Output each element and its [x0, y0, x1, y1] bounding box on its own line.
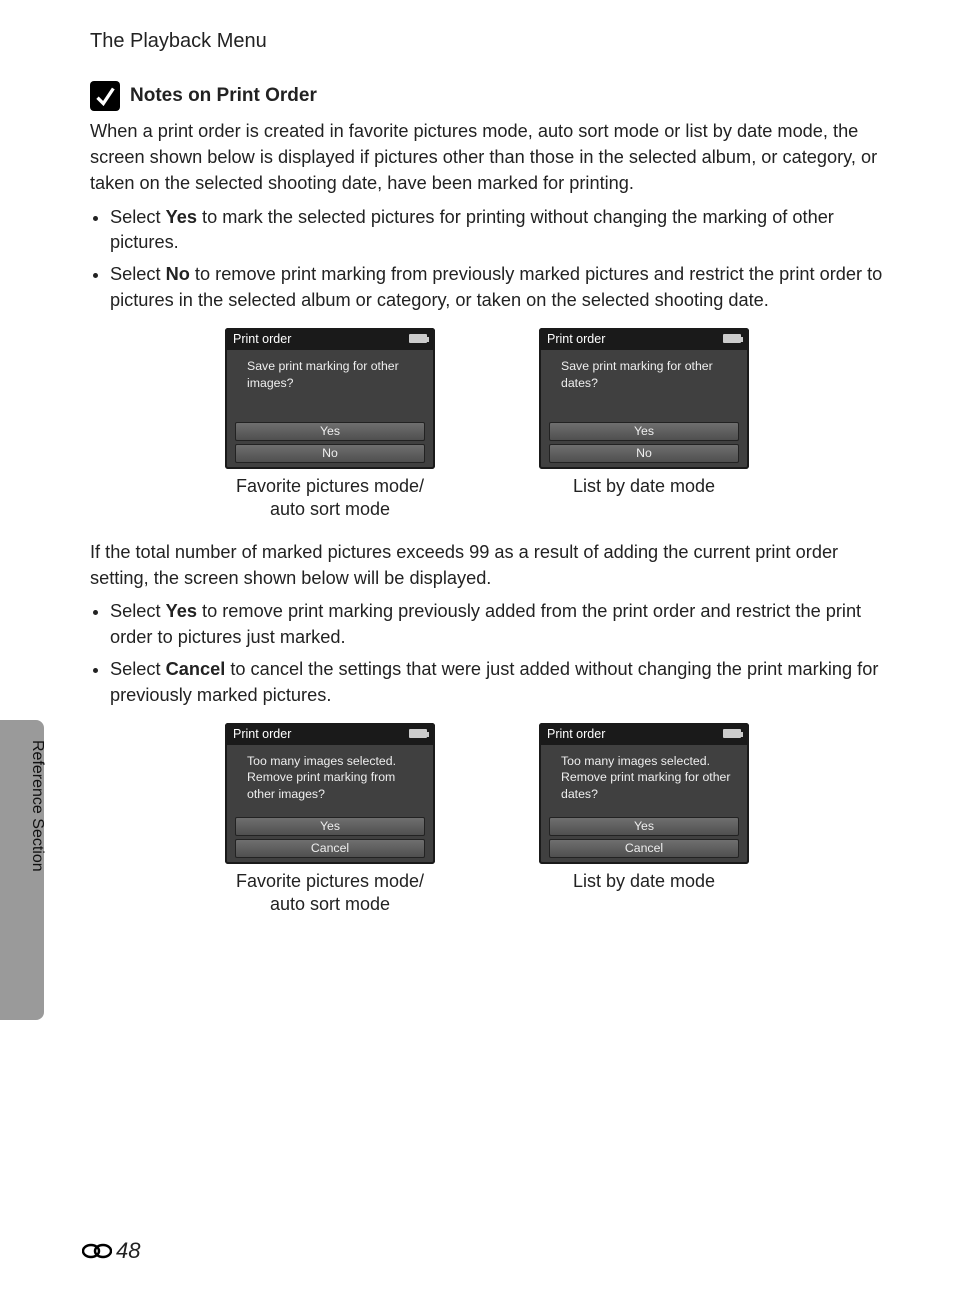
li-bold: No [166, 264, 190, 284]
cancel-button[interactable]: Cancel [549, 839, 739, 858]
dialog-titlebar: Print order [225, 328, 435, 350]
caption-line: List by date mode [573, 476, 715, 496]
side-section-label: Reference Section [28, 740, 46, 872]
dialog-group: Print order Save print marking for other… [529, 328, 759, 522]
yes-button[interactable]: Yes [235, 422, 425, 441]
dialog-titlebar: Print order [225, 723, 435, 745]
dialog-buttons: Yes Cancel [225, 817, 435, 858]
dialog-group: Print order Too many images selected. Re… [215, 723, 445, 917]
bullet-list-2: Select Yes to remove print marking previ… [90, 599, 884, 708]
reference-link-icon [82, 1242, 112, 1260]
print-order-dialog: Print order Too many images selected. Re… [225, 723, 435, 864]
print-order-dialog: Print order Too many images selected. Re… [539, 723, 749, 864]
dialog-message: Save print marking for other dates? [539, 350, 749, 422]
caption-line: auto sort mode [270, 894, 390, 914]
list-item: Select Yes to mark the selected pictures… [110, 205, 884, 257]
no-button[interactable]: No [235, 444, 425, 463]
paragraph-1: When a print order is created in favorit… [90, 119, 884, 197]
dialog-caption: List by date mode [573, 870, 715, 893]
note-title: Notes on Print Order [130, 85, 317, 107]
dialog-row-1: Print order Save print marking for other… [90, 328, 884, 522]
dialog-titlebar: Print order [539, 723, 749, 745]
caption-line: Favorite pictures mode/ [236, 476, 424, 496]
li-lead: Select [110, 264, 166, 284]
dialog-buttons: Yes No [539, 422, 749, 463]
li-bold: Cancel [166, 659, 226, 679]
li-tail: to cancel the settings that were just ad… [110, 659, 878, 705]
print-order-dialog: Print order Save print marking for other… [539, 328, 749, 469]
battery-icon [723, 729, 741, 738]
list-item: Select Cancel to cancel the settings tha… [110, 657, 884, 709]
section-header: The Playback Menu [90, 30, 884, 53]
dialog-row-2: Print order Too many images selected. Re… [90, 723, 884, 917]
li-bold: Yes [166, 207, 197, 227]
list-item: Select No to remove print marking from p… [110, 262, 884, 314]
dialog-buttons: Yes No [225, 422, 435, 463]
li-lead: Select [110, 659, 166, 679]
dialog-caption: Favorite pictures mode/ auto sort mode [236, 870, 424, 917]
dialog-title: Print order [233, 727, 291, 741]
page-content: The Playback Menu Notes on Print Order W… [0, 0, 954, 965]
dialog-message: Too many images selected. Remove print m… [539, 745, 749, 817]
bullet-list-1: Select Yes to mark the selected pictures… [90, 205, 884, 314]
list-item: Select Yes to remove print marking previ… [110, 599, 884, 651]
yes-button[interactable]: Yes [549, 817, 739, 836]
no-button[interactable]: No [549, 444, 739, 463]
caption-line: Favorite pictures mode/ [236, 871, 424, 891]
li-tail: to mark the selected pictures for printi… [110, 207, 834, 253]
caution-icon [90, 81, 120, 111]
battery-icon [409, 334, 427, 343]
yes-button[interactable]: Yes [549, 422, 739, 441]
dialog-buttons: Yes Cancel [539, 817, 749, 858]
battery-icon [723, 334, 741, 343]
caption-line: auto sort mode [270, 499, 390, 519]
dialog-title: Print order [233, 332, 291, 346]
dialog-message: Too many images selected. Remove print m… [225, 745, 435, 817]
li-lead: Select [110, 601, 166, 621]
yes-button[interactable]: Yes [235, 817, 425, 836]
li-lead: Select [110, 207, 166, 227]
dialog-title: Print order [547, 727, 605, 741]
dialog-group: Print order Save print marking for other… [215, 328, 445, 522]
cancel-button[interactable]: Cancel [235, 839, 425, 858]
note-heading-row: Notes on Print Order [90, 81, 884, 111]
dialog-caption: List by date mode [573, 475, 715, 498]
dialog-title: Print order [547, 332, 605, 346]
page-footer: 48 [82, 1238, 140, 1264]
li-bold: Yes [166, 601, 197, 621]
dialog-caption: Favorite pictures mode/ auto sort mode [236, 475, 424, 522]
print-order-dialog: Print order Save print marking for other… [225, 328, 435, 469]
dialog-group: Print order Too many images selected. Re… [529, 723, 759, 917]
li-tail: to remove print marking previously added… [110, 601, 861, 647]
dialog-titlebar: Print order [539, 328, 749, 350]
li-tail: to remove print marking from previously … [110, 264, 882, 310]
page-number: 48 [116, 1238, 140, 1264]
paragraph-2: If the total number of marked pictures e… [90, 540, 884, 592]
caption-line: List by date mode [573, 871, 715, 891]
dialog-message: Save print marking for other images? [225, 350, 435, 422]
battery-icon [409, 729, 427, 738]
